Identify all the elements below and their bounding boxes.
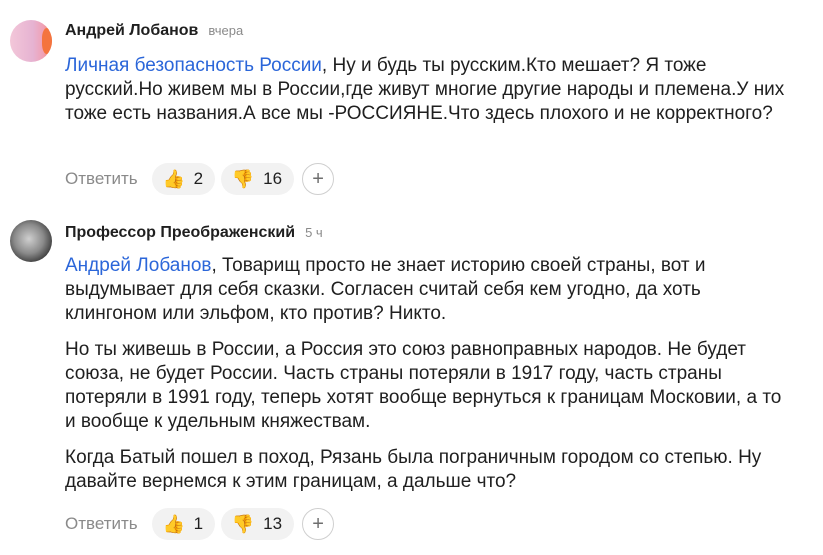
comment-paragraph: Но ты живешь в России, а Россия это союз… [65,339,782,432]
comment-paragraph: Андрей Лобанов, Товарищ просто не знает … [65,254,785,326]
mention-link[interactable]: Андрей Лобанов [65,255,211,276]
comment-time: вчера [208,23,244,38]
add-reaction-button[interactable]: + [302,163,335,195]
author-name[interactable]: Профессор Преображенский [65,224,295,242]
dislike-count: 13 [263,514,283,533]
comment-header: Андрей Лобанов вчера [65,22,243,40]
like-count: 1 [193,514,204,533]
dislike-button[interactable]: 👎 16 [221,163,295,195]
author-name[interactable]: Андрей Лобанов [65,22,198,40]
like-button[interactable]: 👍 2 [151,163,216,195]
comment-actions: Ответить 👍 2 👎 16 + [65,163,335,195]
add-reaction-button[interactable]: + [302,508,335,540]
thumbs-up-icon: 👍 [162,514,185,534]
like-button[interactable]: 👍 1 [151,508,216,540]
thumbs-down-icon: 👎 [231,514,255,534]
thumbs-up-icon: 👍 [162,169,185,189]
avatar[interactable] [10,20,52,62]
comment-paragraph: Когда Батый пошел в поход, Рязань была п… [65,447,762,492]
avatar[interactable] [10,220,52,262]
comment-actions: Ответить 👍 1 👎 13 + [65,508,335,540]
reply-button[interactable]: Ответить [65,169,138,189]
dislike-button[interactable]: 👎 13 [221,508,295,540]
thumbs-down-icon: 👎 [231,169,255,189]
like-count: 2 [193,169,204,188]
dislike-count: 16 [263,169,283,188]
comment: Андрей Лобанов вчера Личная безопасность… [0,0,823,200]
comment-paragraph: Личная безопасность России, Ну и будь ты… [65,54,785,126]
mention-link[interactable]: Личная безопасность России [65,55,322,76]
comment: Профессор Преображенский 5 ч Андрей Лоба… [0,212,823,555]
comment-body: Андрей Лобанов, Товарищ просто не знает … [65,254,785,506]
plus-icon: + [312,167,324,190]
reply-button[interactable]: Ответить [65,514,138,534]
comment-body: Личная безопасность России, Ну и будь ты… [65,54,785,138]
comment-header: Профессор Преображенский 5 ч [65,224,323,242]
comment-time: 5 ч [305,225,323,240]
plus-icon: + [312,512,324,535]
